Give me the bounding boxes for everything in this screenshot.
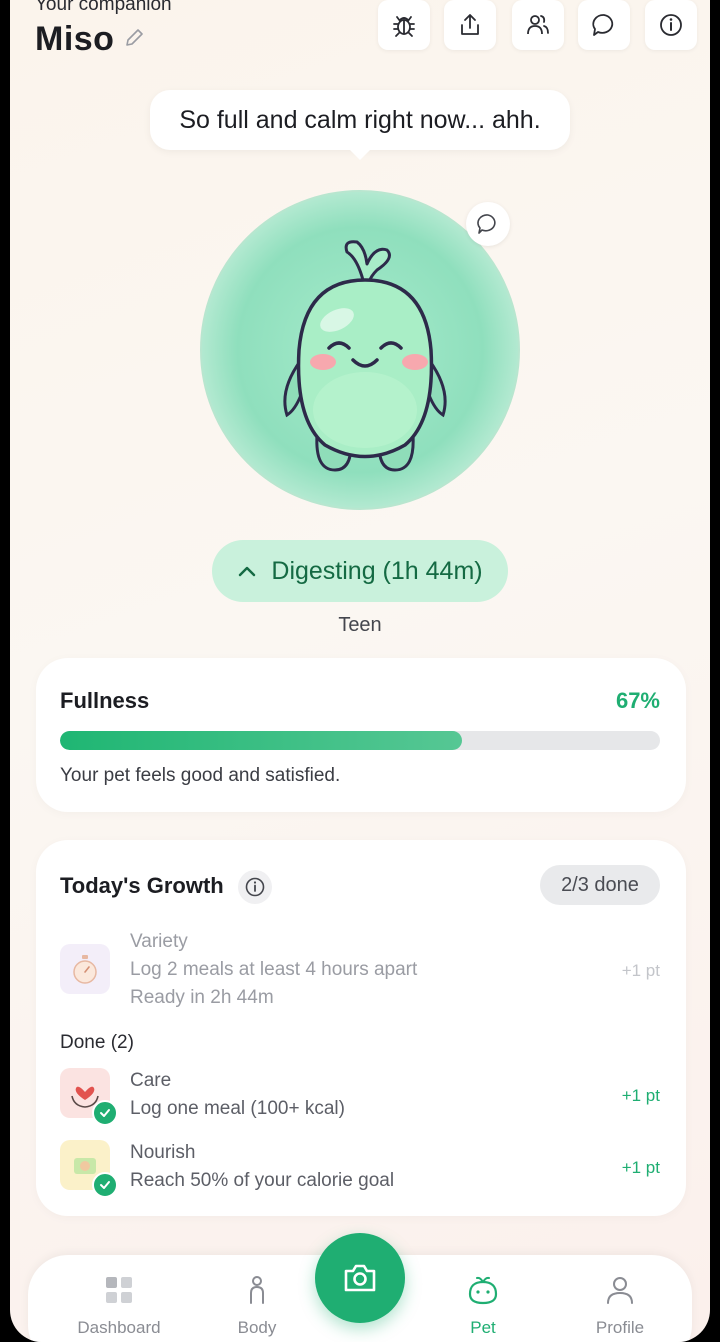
talk-to-pet-button[interactable] bbox=[466, 202, 510, 246]
growth-card: Today's Growth 2/3 done Variety Log 2 me… bbox=[36, 840, 686, 1216]
info-icon bbox=[245, 877, 265, 897]
share-icon bbox=[461, 14, 479, 35]
tab-pet-label: Pet bbox=[470, 1318, 496, 1337]
care-task-name: Care bbox=[130, 1070, 172, 1091]
info-icon bbox=[660, 14, 682, 36]
camera-icon bbox=[344, 1264, 376, 1292]
dashboard-icon bbox=[106, 1277, 132, 1303]
info-button[interactable] bbox=[645, 0, 697, 50]
pet-name: Miso bbox=[35, 20, 115, 58]
fullness-percent: 67% bbox=[615, 688, 660, 713]
friends-button[interactable] bbox=[512, 0, 564, 50]
fullness-title: Fullness bbox=[60, 688, 150, 713]
fullness-card: Fullness 67% Your pet feels good and sat… bbox=[36, 658, 686, 812]
chat-icon bbox=[592, 14, 614, 36]
nourish-task-points: +1 pt bbox=[621, 1158, 660, 1177]
tab-pet[interactable]: Pet bbox=[428, 1275, 538, 1338]
edit-name-icon[interactable] bbox=[122, 26, 146, 50]
care-done-check-icon bbox=[92, 1100, 118, 1126]
tab-profile[interactable]: Profile bbox=[565, 1275, 675, 1338]
bug-report-button[interactable] bbox=[378, 0, 430, 50]
nourish-task-desc: Reach 50% of your calorie goal bbox=[130, 1170, 395, 1191]
share-button[interactable] bbox=[444, 0, 496, 50]
fullness-bar-fill bbox=[60, 731, 462, 750]
care-task-points: +1 pt bbox=[621, 1086, 660, 1105]
digesting-label: Digesting (1h 44m) bbox=[271, 556, 483, 585]
variety-task-points: +1 pt bbox=[621, 961, 660, 980]
tab-dashboard[interactable]: Dashboard bbox=[64, 1275, 174, 1338]
fullness-message: Your pet feels good and satisfied. bbox=[60, 765, 341, 786]
variety-task-desc: Log 2 meals at least 4 hours apart bbox=[130, 959, 418, 980]
tab-profile-label: Profile bbox=[595, 1318, 645, 1337]
profile-icon bbox=[607, 1277, 633, 1304]
variety-task-eta: Ready in 2h 44m bbox=[130, 987, 274, 1008]
tab-dashboard-label: Dashboard bbox=[77, 1318, 161, 1337]
stopwatch-icon bbox=[73, 955, 97, 984]
growth-info-button[interactable] bbox=[238, 870, 272, 904]
fullness-bar bbox=[60, 731, 660, 750]
companion-subtitle: Your companion bbox=[35, 0, 172, 15]
pet-speech-bubble: So full and calm right now... ahh. bbox=[150, 90, 570, 150]
variety-task-name: Variety bbox=[130, 931, 188, 952]
bug-icon bbox=[393, 16, 415, 37]
chat-bubble-icon bbox=[477, 214, 496, 234]
care-task-desc: Log one meal (100+ kcal) bbox=[130, 1098, 345, 1119]
variety-task-icon bbox=[60, 944, 110, 994]
pet-icon bbox=[468, 1276, 498, 1305]
growth-title: Today's Growth bbox=[60, 873, 224, 898]
pet-stage: Teen bbox=[338, 614, 382, 636]
camera-log-meal-button[interactable] bbox=[315, 1233, 405, 1323]
growth-progress-badge: 2/3 done bbox=[540, 865, 660, 905]
tab-body[interactable]: Body bbox=[202, 1275, 312, 1338]
pet-screen: Your companion Miso So full and calm rig… bbox=[10, 0, 710, 1342]
pet-character[interactable] bbox=[265, 230, 465, 480]
tab-body-label: Body bbox=[237, 1318, 277, 1337]
speech-bubble-tail bbox=[348, 148, 372, 160]
nourish-done-check-icon bbox=[92, 1172, 118, 1198]
done-section-label: Done (2) bbox=[60, 1032, 134, 1053]
nourish-task-name: Nourish bbox=[130, 1142, 196, 1163]
chevron-up-icon bbox=[239, 566, 256, 577]
chat-button[interactable] bbox=[578, 0, 630, 50]
friends-icon bbox=[527, 15, 549, 35]
digesting-status-pill[interactable]: Digesting (1h 44m) bbox=[212, 540, 508, 602]
body-icon bbox=[250, 1276, 264, 1304]
